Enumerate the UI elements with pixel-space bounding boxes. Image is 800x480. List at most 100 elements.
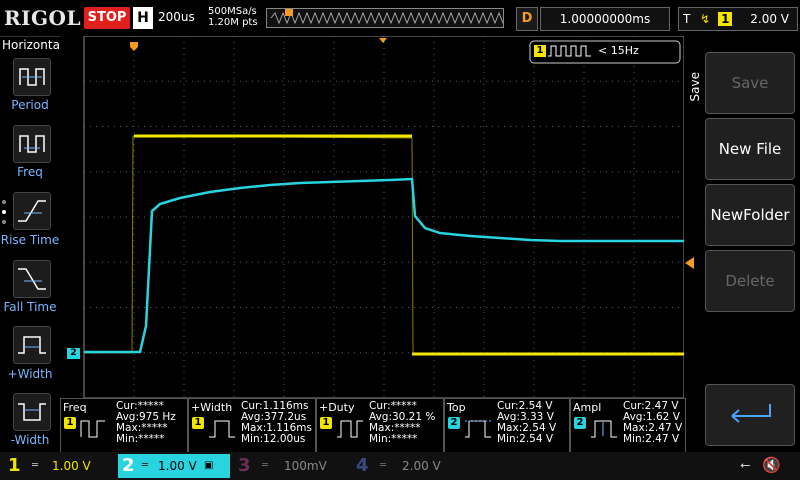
freq-icon	[80, 420, 105, 438]
measurement-pos-duty[interactable]: +Duty 1 Cur:***** Avg:30.21 % Max:***** …	[316, 398, 444, 454]
channel-number: 3	[238, 455, 251, 476]
dc-coupling-icon: ═	[142, 460, 149, 471]
min-value: Min:2.54 V	[497, 433, 554, 445]
delay-label: D	[516, 7, 538, 31]
new-file-button[interactable]: New File	[705, 118, 795, 180]
min-value: Min:2.47 V	[623, 433, 680, 445]
measure-values: Cur:***** Avg:30.21 % Max:***** Min:****…	[369, 401, 435, 445]
measure-name: Ampl	[573, 401, 602, 414]
channel-number: 4	[356, 455, 369, 476]
freq-icon	[19, 135, 45, 153]
channel-2-status[interactable]: 2 ═ 1.00 V ▣	[118, 454, 230, 478]
measurement-top[interactable]: Top 2 Cur:2.54 V Avg:3.33 V Max:2.54 V M…	[444, 398, 570, 454]
measure-values: Cur:2.54 V Avg:3.33 V Max:2.54 V Min:2.5…	[497, 401, 556, 445]
measure-values: Cur:1.116ms Avg:377.2us Max:1.116ms Min:…	[241, 401, 312, 445]
memory-depth: 1.20M pts	[208, 17, 258, 28]
dc-coupling-icon: ═	[262, 460, 269, 471]
channel-scale: 1.00 V	[52, 459, 91, 473]
measure-name: Top	[447, 401, 466, 414]
duty-icon	[337, 420, 363, 438]
dc-coupling-icon: ═	[380, 460, 387, 471]
rise-time-button[interactable]	[13, 192, 51, 230]
period-label: Period	[11, 98, 49, 112]
horizontal-label: H	[133, 7, 153, 29]
enter-arrow-icon	[731, 404, 771, 423]
dc-coupling-icon: ═	[32, 460, 39, 471]
measure-values: Cur:2.47 V Avg:1.62 V Max:2.47 V Min:2.4…	[623, 401, 682, 445]
page-dot	[2, 210, 6, 214]
measure-name: +Duty	[319, 401, 355, 414]
ampl-icon	[591, 420, 617, 438]
brand-logo: RIGOL	[4, 6, 82, 30]
period-icon	[19, 68, 45, 86]
freq-button[interactable]	[13, 125, 51, 163]
sample-info: 500MSa/s 1.20M pts	[208, 6, 258, 28]
min-value: Min:12.00us	[241, 433, 306, 445]
rising-edge-icon: ↯	[700, 12, 711, 26]
run-stop-indicator[interactable]: STOP	[84, 7, 130, 29]
trigger-level: 2.00 V	[750, 12, 789, 26]
delete-button[interactable]: Delete	[705, 250, 795, 312]
channel-3-status[interactable]: 3 ═ 100mV	[232, 454, 348, 478]
fall-time-button[interactable]	[13, 260, 51, 298]
ch2-offset-marker[interactable]: 2	[67, 348, 80, 359]
fall-time-label: Fall Time	[3, 300, 57, 314]
channel-scale: 100mV	[284, 459, 327, 473]
channel-number: 1	[8, 455, 21, 476]
counter-value: < 15Hz	[598, 44, 639, 57]
save-menu-title: Save	[688, 72, 702, 102]
square-wave-icon	[548, 45, 591, 57]
trigger-status[interactable]: T ↯ 1 2.00 V	[678, 7, 798, 31]
measure-channel: 1	[64, 417, 76, 429]
page-dot	[2, 200, 6, 204]
pos-width-icon	[209, 420, 235, 438]
measurement-ampl[interactable]: Ampl 2 Cur:2.47 V Avg:1.62 V Max:2.47 V …	[570, 398, 686, 454]
neg-width-icon	[18, 403, 46, 421]
channel-scale: 1.00 V	[158, 459, 197, 473]
timebase-value[interactable]: 200us	[158, 10, 195, 24]
measure-name: +Width	[191, 401, 233, 414]
measurement-freq[interactable]: Freq 1 Cur:***** Avg:975 Hz Max:***** Mi…	[60, 398, 188, 454]
save-button[interactable]: Save	[705, 52, 795, 114]
usb-icon: ⭠	[740, 458, 751, 473]
fall-time-icon	[18, 268, 46, 290]
channel-number: 2	[122, 455, 135, 476]
trigger-label: T	[683, 12, 691, 26]
measure-channel: 1	[192, 417, 204, 429]
measure-channel: 1	[320, 417, 332, 429]
freq-label: Freq	[17, 165, 43, 179]
trigger-source: 1	[718, 12, 733, 26]
top-icon	[465, 420, 491, 438]
channel-1-status[interactable]: 1 ═ 1.00 V	[0, 454, 116, 478]
enter-button[interactable]	[705, 384, 795, 446]
delay-value[interactable]: 1.00000000ms	[540, 7, 670, 31]
rise-time-label: Rise Time	[0, 233, 60, 247]
measure-values: Cur:***** Avg:975 Hz Max:***** Min:*****	[116, 401, 176, 445]
channel-scale: 2.00 V	[402, 459, 441, 473]
min-value: Min:*****	[116, 433, 165, 445]
divider	[0, 36, 60, 37]
pos-width-label: +Width	[7, 367, 53, 381]
page-dot	[2, 220, 6, 224]
waveform-overview-icon	[270, 9, 508, 25]
measure-channel: 2	[574, 417, 586, 429]
pos-width-button[interactable]	[13, 326, 51, 364]
pos-width-icon	[18, 336, 46, 354]
sample-rate: 500MSa/s	[208, 6, 257, 17]
waveform-display[interactable]	[60, 36, 684, 398]
channel-4-status[interactable]: 4 ═ 2.00 V	[350, 454, 466, 478]
bandwidth-limit-icon: ▣	[204, 460, 214, 471]
measure-name: Freq	[63, 401, 87, 414]
measurement-pos-width[interactable]: +Width 1 Cur:1.116ms Avg:377.2us Max:1.1…	[188, 398, 316, 454]
min-value: Min:*****	[369, 433, 418, 445]
speaker-mute-icon[interactable]: 🔇	[762, 456, 781, 474]
counter-channel: 1	[534, 45, 546, 57]
rise-time-icon	[18, 200, 46, 222]
trigger-position-bar	[266, 8, 508, 28]
neg-width-label: -Width	[10, 433, 50, 447]
period-button[interactable]	[13, 58, 51, 96]
menu-title: Horizontal	[2, 38, 64, 52]
measure-channel: 2	[448, 417, 460, 429]
neg-width-button[interactable]	[13, 393, 51, 431]
new-folder-button[interactable]: NewFolder	[705, 184, 795, 246]
